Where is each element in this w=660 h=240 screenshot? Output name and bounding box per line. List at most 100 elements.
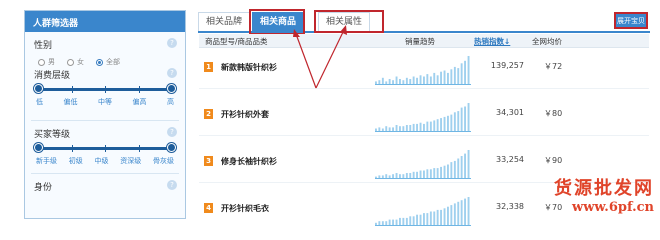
trend-bar bbox=[436, 119, 439, 132]
trend-bar bbox=[467, 150, 470, 179]
product-name[interactable]: 修身长袖针织衫 bbox=[221, 156, 277, 167]
trend-bar bbox=[440, 71, 442, 85]
trend-bar bbox=[419, 75, 422, 85]
trend-bar bbox=[426, 74, 429, 85]
slider-right-handle[interactable] bbox=[167, 84, 176, 93]
hot-index-value: 34,301 bbox=[496, 108, 524, 117]
trend-bar bbox=[436, 75, 439, 85]
hot-index-value: 33,254 bbox=[496, 155, 524, 164]
buyer-level-filter: 买家等级 ? 新手级 初级 中级 资深级 骨灰级 bbox=[25, 121, 185, 173]
col-avg-price: 全网均价 bbox=[532, 37, 562, 46]
help-icon[interactable]: ? bbox=[167, 38, 177, 48]
trend-bar bbox=[429, 76, 432, 85]
sales-trend-sparkline bbox=[375, 150, 471, 179]
expand-items-button[interactable]: 展开宝贝 bbox=[614, 12, 648, 29]
trend-bar bbox=[467, 197, 470, 226]
product-name[interactable]: 新款韩版针织衫 bbox=[221, 62, 277, 73]
trend-bar bbox=[460, 200, 463, 226]
trend-bar bbox=[460, 107, 463, 132]
trend-bar bbox=[440, 209, 442, 226]
trend-bar bbox=[433, 168, 436, 179]
trend-bar bbox=[412, 216, 415, 226]
rank-badge: 1 bbox=[204, 62, 213, 72]
trend-bar bbox=[412, 123, 415, 132]
trend-bar bbox=[433, 120, 436, 132]
trend-bar bbox=[412, 171, 415, 179]
trend-bar bbox=[464, 198, 466, 226]
filter-panel-title: 人群筛选器 bbox=[25, 11, 185, 32]
trend-bar bbox=[419, 170, 422, 179]
trend-bar bbox=[395, 76, 398, 85]
hot-index-value: 139,257 bbox=[490, 61, 524, 70]
slider-label: 骨灰级 bbox=[153, 157, 174, 165]
trend-bar bbox=[453, 112, 456, 132]
trend-bar bbox=[419, 214, 422, 226]
trend-bar bbox=[457, 158, 460, 179]
col-sales-trend: 销量趋势 bbox=[405, 37, 435, 46]
trend-bar bbox=[405, 125, 408, 132]
trend-bar bbox=[450, 114, 453, 132]
trend-bar bbox=[433, 211, 436, 226]
buyer-level-slider[interactable] bbox=[34, 143, 176, 152]
avg-price-value: ￥72 bbox=[544, 62, 563, 71]
trend-bar bbox=[429, 121, 432, 132]
help-icon[interactable]: ? bbox=[167, 180, 177, 190]
rank-badge: 3 bbox=[204, 156, 213, 166]
trend-bar bbox=[453, 203, 456, 226]
slider-left-handle[interactable] bbox=[34, 143, 43, 152]
trend-bar bbox=[464, 60, 466, 85]
table-header: 商品型号/商品品类 销量趋势 热销指数↓ 全网均价 bbox=[199, 34, 649, 48]
sales-trend-sparkline bbox=[375, 103, 471, 132]
trend-bar bbox=[405, 77, 408, 85]
hot-index-value: 32,338 bbox=[496, 202, 524, 211]
help-icon[interactable]: ? bbox=[167, 68, 177, 78]
trend-bar bbox=[457, 111, 460, 132]
slider-label: 低 bbox=[36, 98, 43, 106]
trend-bar bbox=[409, 125, 412, 132]
slider-label: 中等 bbox=[98, 98, 112, 106]
sales-trend-sparkline bbox=[375, 56, 471, 85]
trend-bar bbox=[429, 169, 432, 179]
slider-label: 偏低 bbox=[63, 98, 78, 106]
product-name[interactable]: 开衫针织毛衣 bbox=[221, 203, 269, 214]
trend-bar bbox=[433, 72, 436, 85]
slider-right-handle[interactable] bbox=[167, 143, 176, 152]
tab-related-brands[interactable]: 相关品牌 bbox=[198, 12, 250, 32]
consumption-filter: 消费层级 ? 低 偏低 中等 偏高 高 bbox=[25, 62, 185, 118]
table-row[interactable]: 2 开衫针织外套 34,301 ￥80 bbox=[199, 96, 649, 136]
trend-bar bbox=[447, 206, 449, 226]
consumption-slider[interactable] bbox=[34, 84, 176, 93]
slider-label: 新手级 bbox=[36, 157, 57, 165]
trend-bar bbox=[447, 72, 449, 85]
help-icon[interactable]: ? bbox=[167, 127, 177, 137]
trend-bar bbox=[426, 213, 429, 226]
product-name[interactable]: 开衫针织外套 bbox=[221, 109, 269, 120]
slider-label: 高 bbox=[167, 98, 174, 106]
trend-bar bbox=[409, 216, 412, 226]
trend-bar bbox=[381, 77, 384, 85]
avg-price-value: ￥80 bbox=[544, 109, 563, 118]
sales-trend-sparkline bbox=[375, 197, 471, 226]
trend-bar bbox=[450, 69, 453, 85]
identity-title: 身份 bbox=[34, 183, 53, 193]
trend-bar bbox=[450, 162, 453, 179]
trend-bar bbox=[436, 209, 439, 226]
col-hot-index[interactable]: 热销指数↓ bbox=[474, 36, 510, 47]
table-row[interactable]: 1 新款韩版针织衫 139,257 ￥72 bbox=[199, 49, 649, 89]
trend-bar bbox=[416, 77, 418, 85]
trend-bar bbox=[443, 165, 446, 179]
trend-bar bbox=[447, 164, 449, 179]
col-product-name: 商品型号/商品品类 bbox=[205, 37, 268, 46]
slider-label: 中级 bbox=[94, 157, 109, 165]
trend-bar bbox=[423, 170, 425, 179]
trend-bar bbox=[416, 171, 418, 179]
trend-bar bbox=[450, 205, 453, 226]
trend-bar bbox=[426, 121, 429, 132]
slider-label: 初级 bbox=[68, 157, 83, 165]
trend-bar bbox=[467, 103, 470, 132]
trend-bar bbox=[405, 217, 408, 226]
slider-left-handle[interactable] bbox=[34, 84, 43, 93]
slider-label: 偏高 bbox=[132, 98, 147, 106]
trend-bar bbox=[440, 166, 442, 179]
trend-bar bbox=[399, 217, 401, 226]
